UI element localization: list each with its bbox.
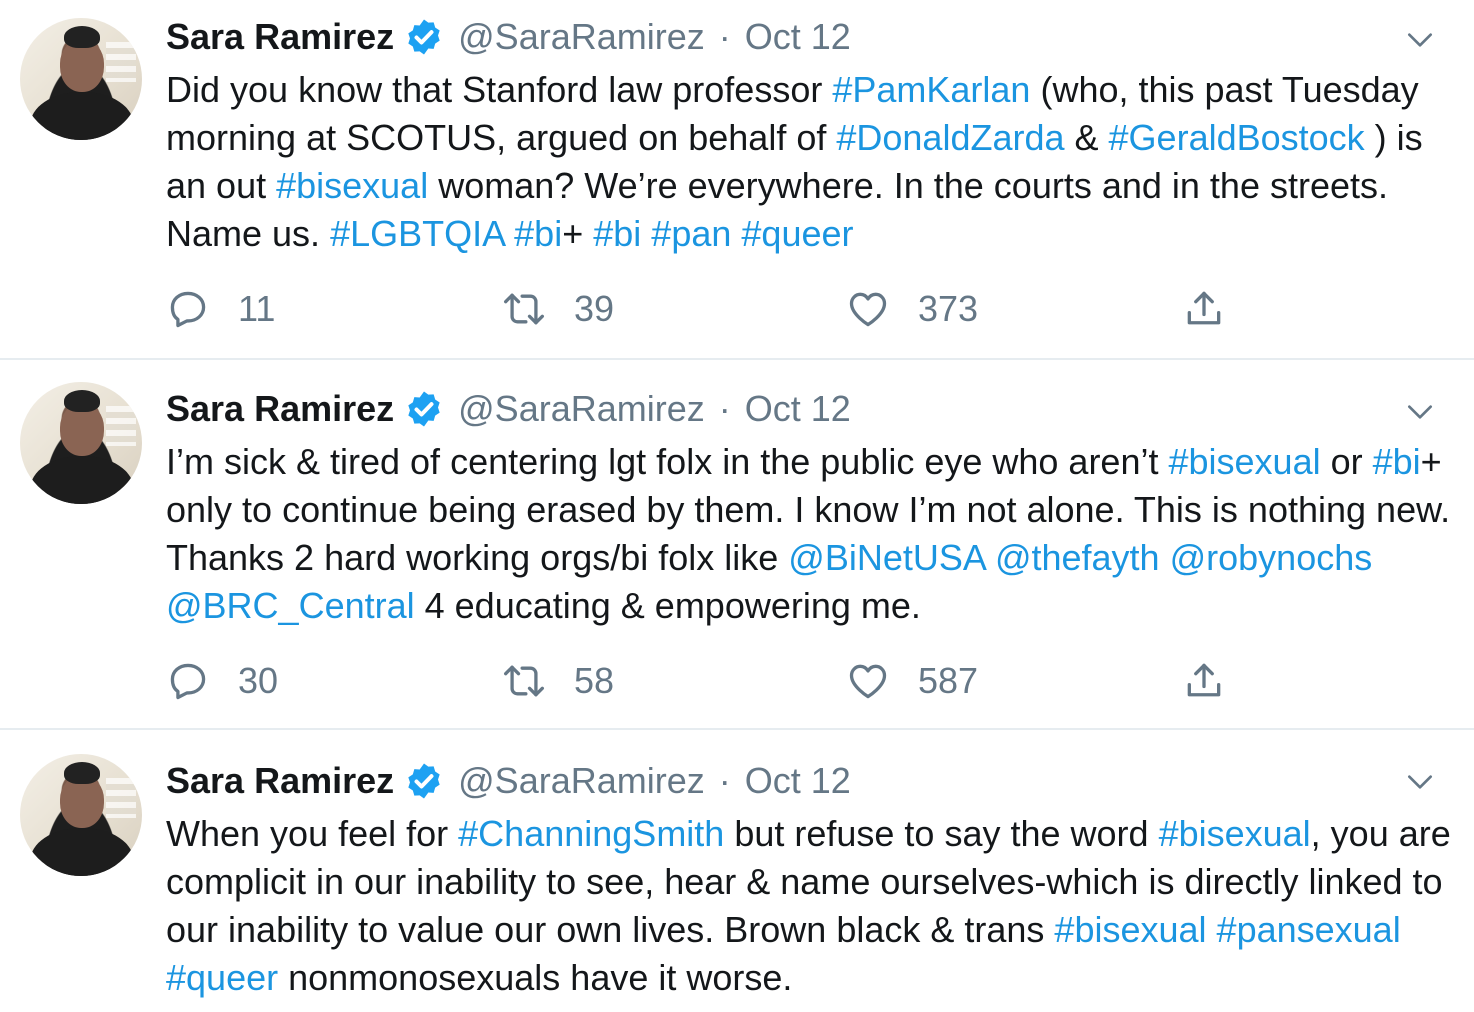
author-name[interactable]: Sara Ramirez [166, 760, 394, 802]
hashtag-link[interactable]: #bi [593, 213, 641, 254]
tweet-text-segment: nonmonosexuals have it worse. [278, 957, 793, 998]
avatar-background-sign [106, 406, 136, 446]
avatar-body [30, 92, 134, 140]
share-icon [1187, 291, 1221, 325]
avatar-hair [64, 390, 100, 412]
chevron-down-icon[interactable] [1404, 396, 1436, 428]
retweet-button[interactable]: 58 [502, 656, 614, 706]
author-handle[interactable]: @SaraRamirez [458, 388, 705, 430]
tweet-text-segment: + [562, 213, 594, 254]
mention-link[interactable]: @BRC_Central [166, 585, 415, 626]
tweet-text-segment: When you feel for [166, 813, 459, 854]
hashtag-link[interactable]: #bisexual [276, 165, 428, 206]
tweet-text-segment [641, 213, 651, 254]
tweet-text-segment [731, 213, 741, 254]
tweet-text-segment [1160, 537, 1170, 578]
avatar[interactable] [20, 382, 142, 504]
like-count: 373 [918, 288, 979, 329]
tweet[interactable]: Sara Ramirez @SaraRamirez · Oct 12 Did y… [0, 0, 1474, 358]
tweet-text-segment [1207, 909, 1217, 950]
avatar-body [30, 828, 134, 876]
retweet-button[interactable]: 39 [502, 284, 614, 334]
hashtag-link[interactable]: #queer [166, 957, 278, 998]
tweet-text: Did you know that Stanford law professor… [166, 66, 1456, 258]
reply-button[interactable]: 11 [166, 284, 275, 334]
reply-icon [170, 291, 206, 328]
share-icon [1187, 663, 1221, 697]
hashtag-link[interactable]: #bisexual [1159, 813, 1311, 854]
hashtag-link[interactable]: #bi [1373, 441, 1421, 482]
hashtag-link[interactable]: #bisexual [1054, 909, 1206, 950]
separator-dot: · [718, 760, 731, 801]
tweet-text-segment: or [1320, 441, 1373, 482]
tweet-header: Sara Ramirez @SaraRamirez · Oct 12 [166, 386, 851, 432]
tweet-text: When you feel for #ChanningSmith but ref… [166, 810, 1456, 1002]
tweet-text-segment: but refuse to say the word [724, 813, 1159, 854]
chevron-down-icon[interactable] [1404, 766, 1436, 798]
tweet-header: Sara Ramirez @SaraRamirez · Oct 12 [166, 14, 851, 60]
tweet-text-segment: I’m sick & tired of centering lgt folx i… [166, 441, 1169, 482]
retweet-count: 58 [574, 660, 615, 701]
hashtag-link[interactable]: #pansexual [1217, 909, 1401, 950]
tweet-text-segment [985, 537, 995, 578]
reply-count: 11 [238, 288, 276, 329]
like-button[interactable]: 373 [846, 284, 978, 334]
mention-link[interactable]: @BiNetUSA [788, 537, 985, 578]
like-icon [849, 292, 887, 327]
separator-dot: · [718, 16, 731, 57]
verified-badge-icon [408, 391, 440, 427]
hashtag-link[interactable]: #LGBTQIA [330, 213, 504, 254]
hashtag-link[interactable]: #ChanningSmith [458, 813, 724, 854]
retweet-count: 39 [574, 288, 615, 329]
tweet-actions: 11 39 373 [166, 284, 1246, 334]
hashtag-link[interactable]: #bi [514, 213, 562, 254]
tweet-text-segment: Did you know that Stanford law professor [166, 69, 833, 110]
avatar[interactable] [20, 754, 142, 876]
hashtag-link[interactable]: #PamKarlan [832, 69, 1030, 110]
chevron-down-icon[interactable] [1404, 24, 1436, 56]
tweet-text: I’m sick & tired of centering lgt folx i… [166, 438, 1456, 630]
author-handle[interactable]: @SaraRamirez [458, 760, 705, 802]
hashtag-link[interactable]: #pan [651, 213, 731, 254]
mention-link[interactable]: @thefayth [995, 537, 1160, 578]
tweet-header: Sara Ramirez @SaraRamirez · Oct 12 [166, 758, 851, 804]
tweet-text-segment [504, 213, 514, 254]
tweet[interactable]: Sara Ramirez @SaraRamirez · Oct 12 I’m s… [0, 360, 1474, 728]
hashtag-link[interactable]: #queer [741, 213, 853, 254]
author-name[interactable]: Sara Ramirez [166, 16, 394, 58]
tweet-date[interactable]: Oct 12 [745, 760, 851, 802]
avatar-background-sign [106, 778, 136, 818]
author-handle[interactable]: @SaraRamirez [458, 16, 705, 58]
avatar[interactable] [20, 18, 142, 140]
share-button[interactable] [1182, 284, 1226, 334]
hashtag-link[interactable]: #DonaldZarda [836, 117, 1064, 158]
like-button[interactable]: 587 [846, 656, 978, 706]
tweet-date[interactable]: Oct 12 [745, 388, 851, 430]
tweet-text-segment: 4 educating & empowering me. [414, 585, 921, 626]
separator-dot: · [718, 388, 731, 429]
avatar-hair [64, 762, 100, 784]
mention-link[interactable]: @robynochs [1170, 537, 1373, 578]
avatar-body [30, 456, 134, 504]
reply-button[interactable]: 30 [166, 656, 278, 706]
reply-icon [170, 663, 206, 700]
reply-count: 30 [238, 660, 279, 701]
tweet-actions: 30 58 587 [166, 656, 1246, 706]
share-button[interactable] [1182, 656, 1226, 706]
retweet-icon [504, 665, 544, 697]
verified-badge-icon [408, 763, 440, 799]
tweet[interactable]: Sara Ramirez @SaraRamirez · Oct 12 When … [0, 730, 1474, 1012]
tweet-text-segment: & [1064, 117, 1109, 158]
hashtag-link[interactable]: #bisexual [1168, 441, 1320, 482]
tweet-date[interactable]: Oct 12 [745, 16, 851, 58]
author-name[interactable]: Sara Ramirez [166, 388, 394, 430]
like-count: 587 [918, 660, 979, 701]
like-icon [849, 664, 887, 699]
verified-badge-icon [408, 19, 440, 55]
avatar-hair [64, 26, 100, 48]
avatar-background-sign [106, 42, 136, 82]
hashtag-link[interactable]: #GeraldBostock [1109, 117, 1365, 158]
retweet-icon [504, 293, 544, 325]
